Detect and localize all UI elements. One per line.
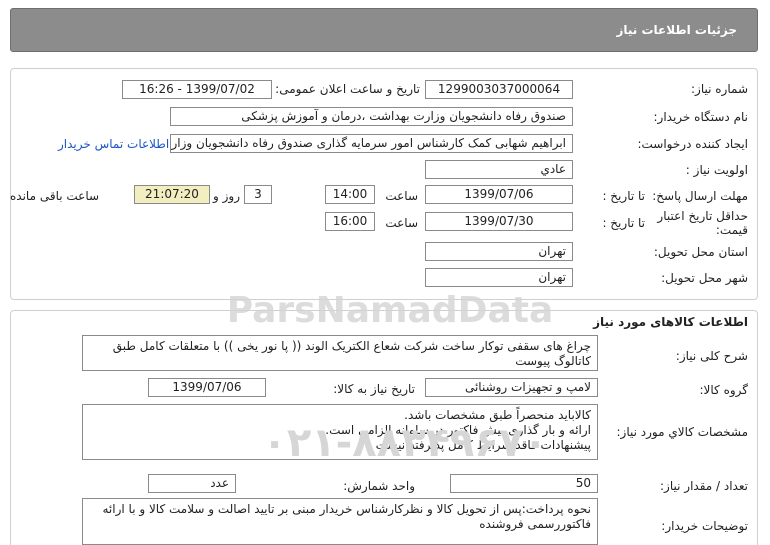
days-label: روز و — [213, 189, 240, 203]
spec-label: مشخصات کالاي مورد نیاز: — [616, 425, 748, 439]
city-field[interactable]: تهران — [425, 268, 573, 287]
validity-time-label: ساعت — [385, 216, 418, 230]
info-panel — [10, 68, 758, 300]
goods-section-title: اطلاعات کالاهای مورد نیاز — [593, 315, 748, 329]
priority-label: اولویت نیاز : — [685, 163, 748, 177]
unit-label: واحد شمارش: — [343, 479, 415, 493]
buyer-label: نام دستگاه خریدار: — [653, 110, 749, 124]
buyer-field[interactable]: صندوق رفاه دانشجویان وزارت بهداشت ،درمان… — [170, 107, 573, 126]
validity-label-1: حداقل تاریخ اعتبار — [657, 209, 748, 223]
remaining-time-field: 21:07:20 — [134, 185, 210, 204]
deadline-to-date-label: تا تاریخ : — [602, 189, 645, 203]
announce-field[interactable]: 1399/07/02 - 16:26 — [122, 80, 272, 99]
creator-field[interactable]: ابراهیم شهابی کمک کارشناس امور سرمایه گذ… — [170, 134, 573, 153]
validity-label-2: قیمت: — [715, 223, 748, 237]
deadline-time-label: ساعت — [385, 189, 418, 203]
group-field[interactable]: لامپ و تجهیزات روشنائی — [425, 378, 598, 397]
remaining-label: ساعت باقی مانده — [10, 189, 100, 203]
page-title: جزئیات اطلاعات نیاز — [616, 23, 737, 37]
deadline-time-field[interactable]: 14:00 — [325, 185, 375, 204]
deadline-date-field[interactable]: 1399/07/06 — [425, 185, 573, 204]
qty-field[interactable]: 50 — [450, 474, 598, 493]
validity-to-date-label: تا تاریخ : — [602, 216, 645, 230]
spec-line: پیشنهادات فاقد شرایط کامل پذیرفته نیست — [375, 438, 591, 452]
validity-date-field[interactable]: 1399/07/30 — [425, 212, 573, 231]
days-remaining-field: 3 — [244, 185, 272, 204]
announce-label: تاریخ و ساعت اعلان عمومی: — [275, 82, 420, 96]
need-date-label: تاریخ نیاز به کالا: — [333, 382, 415, 396]
spec-line: کالاباید منحصراً طبق مشخصات باشد. — [404, 408, 591, 422]
unit-field[interactable]: عدد — [148, 474, 236, 493]
priority-field[interactable]: عادي — [425, 160, 573, 179]
buyer-notes-textarea[interactable]: نحوه پرداخت:پس از تحویل کالا و نظرکارشنا… — [82, 498, 598, 545]
need-number-field[interactable]: 1299003037000064 — [425, 80, 573, 99]
buyer-contact-link[interactable]: اطلاعات تماس خریدار — [58, 137, 169, 151]
city-label: شهر محل تحویل: — [661, 271, 748, 285]
buyer-notes-label: توضیحات خریدار: — [661, 519, 748, 533]
qty-label: تعداد / مقدار نیاز: — [660, 479, 748, 493]
spec-textarea[interactable]: کالاباید منحصراً طبق مشخصات باشد. ارائه … — [82, 404, 598, 460]
deadline-label: مهلت ارسال پاسخ: — [652, 189, 748, 203]
page-header: جزئیات اطلاعات نیاز — [10, 8, 758, 52]
creator-label: ایجاد کننده درخواست: — [637, 137, 748, 151]
group-label: گروه کالا: — [699, 383, 749, 397]
validity-time-field[interactable]: 16:00 — [325, 212, 375, 231]
province-label: استان محل تحویل: — [653, 245, 748, 259]
need-date-field[interactable]: 1399/07/06 — [148, 378, 266, 397]
spec-line: ارائه و بار گذاری پیش فاکتور در سامانه ا… — [325, 423, 591, 437]
buyer-notes-text: نحوه پرداخت:پس از تحویل کالا و نظرکارشنا… — [102, 502, 591, 531]
desc-textarea[interactable]: چراغ های سقفی توکار ساخت شرکت شعاع الکتر… — [82, 335, 598, 371]
need-number-label: شماره نیاز: — [691, 82, 748, 96]
desc-label: شرح کلی نیاز: — [675, 349, 748, 363]
desc-text: چراغ های سقفی توکار ساخت شرکت شعاع الکتر… — [112, 339, 591, 368]
province-field[interactable]: تهران — [425, 242, 573, 261]
